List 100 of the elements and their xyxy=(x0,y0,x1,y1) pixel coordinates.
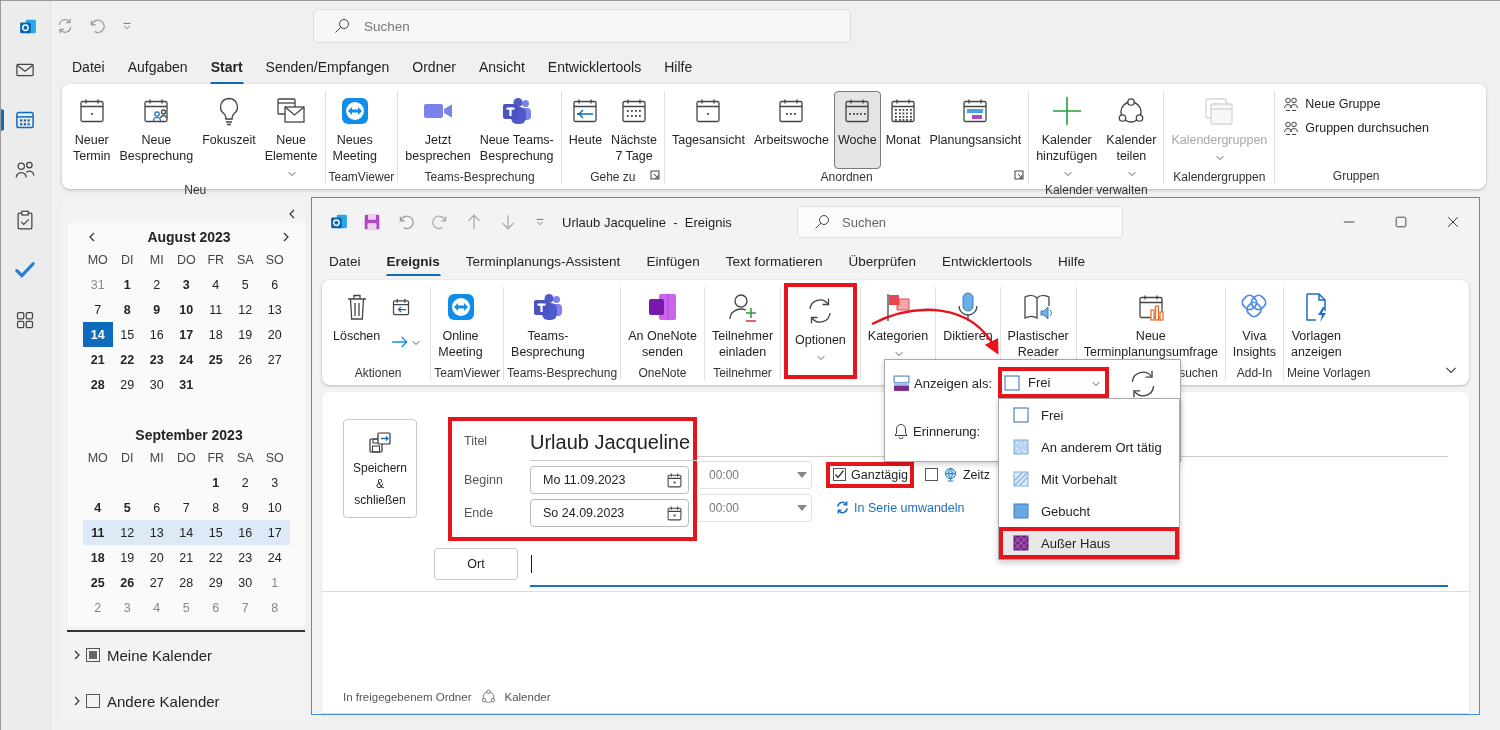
timezone-checkbox[interactable]: Zeitz xyxy=(925,467,991,482)
save-button[interactable] xyxy=(362,212,382,232)
ribbon-tab[interactable]: Ereignis xyxy=(385,252,441,276)
calendar-day[interactable]: 9 xyxy=(142,297,172,322)
calendar-day[interactable]: 22 xyxy=(112,347,142,372)
calendar-day[interactable]: 30 xyxy=(142,372,172,397)
calendar-day[interactable]: 6 xyxy=(142,495,172,520)
calendar-day[interactable]: 26 xyxy=(230,347,260,372)
menu-tab[interactable]: Ordner xyxy=(411,57,457,84)
ribbon-tab[interactable]: Entwicklertools xyxy=(941,252,1034,276)
calendar-day[interactable]: 30 xyxy=(230,570,260,595)
calendar-day[interactable]: 15 xyxy=(112,322,142,347)
calendar-day[interactable]: 24 xyxy=(171,347,201,372)
calendar-day[interactable]: 10 xyxy=(260,495,290,520)
ribbon-button[interactable]: Kalender teilen xyxy=(1102,91,1161,183)
ribbon-button[interactable]: Tagesansicht xyxy=(667,91,749,169)
menu-tab[interactable]: Hilfe xyxy=(663,57,694,84)
ribbon-button[interactable]: Plastischer Reader xyxy=(1003,287,1073,365)
menu-tab[interactable]: Senden/Empfangen xyxy=(264,57,391,84)
maximize-button[interactable] xyxy=(1393,214,1409,230)
dropdown-option[interactable]: Gebucht xyxy=(999,495,1179,527)
calendar-day[interactable]: 14 xyxy=(171,520,201,545)
allday-checkbox[interactable]: Ganztägig xyxy=(833,467,908,482)
calendar-day[interactable]: 12 xyxy=(230,297,260,322)
ribbon-tab[interactable]: Einfügen xyxy=(645,252,701,276)
calendar-day[interactable]: 23 xyxy=(230,545,260,570)
calendar-day[interactable]: 18 xyxy=(201,322,231,347)
calendar-day[interactable]: 28 xyxy=(171,570,201,595)
launcher-button[interactable] xyxy=(648,169,661,181)
calendar-day[interactable]: 5 xyxy=(230,272,260,297)
ribbon-button[interactable]: Nächste 7 Tage xyxy=(607,91,661,169)
ribbon-button[interactable]: Neues Meeting xyxy=(328,91,381,169)
menu-tab[interactable]: Entwicklertools xyxy=(546,57,643,84)
calendar-day[interactable]: 6 xyxy=(201,595,231,620)
ribbon-tab[interactable]: Überprüfen xyxy=(847,252,917,276)
date-field[interactable]: So 24.09.2023 xyxy=(530,499,689,527)
launcher-button[interactable] xyxy=(1013,169,1026,181)
calendar-day[interactable]: 20 xyxy=(260,322,290,347)
search-field[interactable]: Suchen xyxy=(313,9,851,43)
calendar-day[interactable]: 8 xyxy=(112,297,142,322)
ribbon-button[interactable]: Neue Besprechung xyxy=(115,91,198,169)
close-button[interactable] xyxy=(1445,214,1461,230)
calendar-day[interactable]: 16 xyxy=(230,520,260,545)
ribbon-button[interactable]: An OneNote senden xyxy=(624,287,701,365)
dropdown-option[interactable]: Frei xyxy=(999,399,1179,431)
ribbon-button[interactable]: Neue Elemente xyxy=(260,91,322,183)
search-field[interactable]: Suchen xyxy=(797,206,1123,238)
dropdown-option[interactable]: Außer Haus xyxy=(1003,531,1175,555)
location-button[interactable]: Ort xyxy=(434,548,518,580)
calendar-day[interactable]: 13 xyxy=(260,297,290,322)
calendar-day[interactable]: 25 xyxy=(83,570,113,595)
calendar-day[interactable]: 28 xyxy=(83,372,113,397)
ribbon-button[interactable]: Online Meeting xyxy=(434,287,487,365)
calendar-day[interactable]: 17 xyxy=(171,322,201,347)
calendar-day[interactable]: 14 xyxy=(83,322,113,347)
calendar-day[interactable]: 3 xyxy=(260,470,290,495)
calendar-day[interactable]: 1 xyxy=(201,470,231,495)
ribbon-button[interactable]: Woche xyxy=(834,91,881,169)
calendar-day[interactable]: 4 xyxy=(83,495,113,520)
ribbon-button[interactable]: Optionen xyxy=(788,287,853,375)
ribbon-button[interactable]: Arbeitswoche xyxy=(749,91,833,169)
calendar-day[interactable]: 8 xyxy=(201,495,231,520)
calendar-day[interactable]: 9 xyxy=(230,495,260,520)
calendar-day[interactable]: 19 xyxy=(230,322,260,347)
calendar-day[interactable]: 16 xyxy=(142,322,172,347)
save-close-button[interactable]: Speichern & schließen xyxy=(343,419,417,518)
calendar-day[interactable]: 7 xyxy=(83,297,113,322)
calendar-day[interactable]: 11 xyxy=(201,297,231,322)
ribbon-button[interactable]: Monat xyxy=(881,91,925,169)
calendar-day[interactable]: 29 xyxy=(112,372,142,397)
checkbox[interactable] xyxy=(86,694,100,708)
ribbon-button[interactable]: Vorlagen anzeigen xyxy=(1286,287,1346,365)
calendar-day[interactable]: 20 xyxy=(142,545,172,570)
menu-tab[interactable]: Datei xyxy=(71,57,106,84)
calendar-day[interactable]: 10 xyxy=(171,297,201,322)
ribbon-button[interactable]: Kategorien xyxy=(863,287,933,365)
ribbon-button[interactable]: Kalender hinzufügen xyxy=(1032,91,1102,183)
status-select[interactable]: Frei xyxy=(1002,371,1105,394)
calendar-day[interactable]: 15 xyxy=(201,520,231,545)
calendar-day[interactable]: 1 xyxy=(112,272,142,297)
calendar-day[interactable]: 11 xyxy=(83,520,113,545)
ribbon-button[interactable]: Neue Teams- Besprechung xyxy=(475,91,558,169)
calendar-day[interactable]: 5 xyxy=(112,495,142,520)
calendar-day[interactable]: 27 xyxy=(142,570,172,595)
ribbon-button[interactable]: Löschen xyxy=(329,287,385,365)
calendar-day[interactable]: 2 xyxy=(142,272,172,297)
dropdown-option[interactable]: Mit Vorbehalt xyxy=(999,463,1179,495)
calendar-day[interactable]: 25 xyxy=(201,347,231,372)
dropdown-option[interactable]: An anderem Ort tätig xyxy=(999,431,1179,463)
date-field[interactable]: Mo 11.09.2023 xyxy=(530,466,689,494)
calendar-day[interactable]: 17 xyxy=(260,520,290,545)
calendar-day[interactable]: 24 xyxy=(260,545,290,570)
calendar-day[interactable]: 7 xyxy=(171,495,201,520)
ribbon-button[interactable]: Teams- Besprechung xyxy=(507,287,589,365)
calendar-day[interactable]: 13 xyxy=(142,520,172,545)
calendar-day[interactable]: 12 xyxy=(112,520,142,545)
ribbon-button[interactable]: Neuer Termin xyxy=(69,91,115,169)
calendar-day[interactable]: 6 xyxy=(260,272,290,297)
calendar-day[interactable]: 3 xyxy=(112,595,142,620)
ribbon-tab[interactable]: Terminplanungs-Assistent xyxy=(464,252,622,276)
